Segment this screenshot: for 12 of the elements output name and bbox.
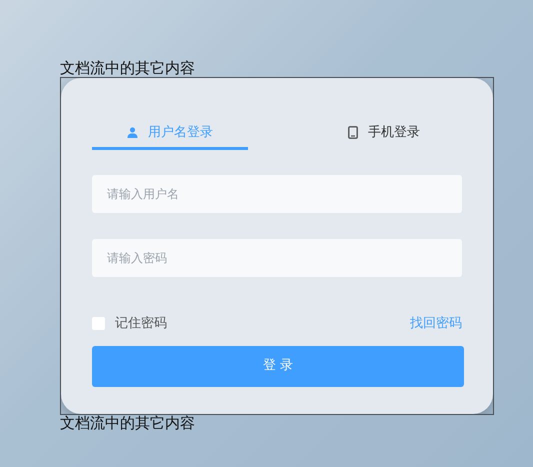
tab[interactable]: 用户名登录: [92, 118, 248, 150]
forgot-password-link[interactable]: 找回密码: [410, 314, 462, 334]
login-button[interactable]: 登 录: [92, 346, 464, 386]
user-icon: [127, 127, 138, 138]
input-field[interactable]: 请输入用户名: [92, 175, 462, 213]
input-field[interactable]: 请输入密码: [92, 239, 462, 277]
text-line: 文档流中的其它内容: [60, 415, 195, 432]
remember-label: 记住密码: [115, 315, 167, 333]
text-line: 文档流中的其它内容: [60, 60, 195, 77]
tab[interactable]: 手机登录: [306, 118, 462, 150]
phone-icon: [348, 126, 358, 139]
remember-checkbox[interactable]: [92, 317, 105, 330]
